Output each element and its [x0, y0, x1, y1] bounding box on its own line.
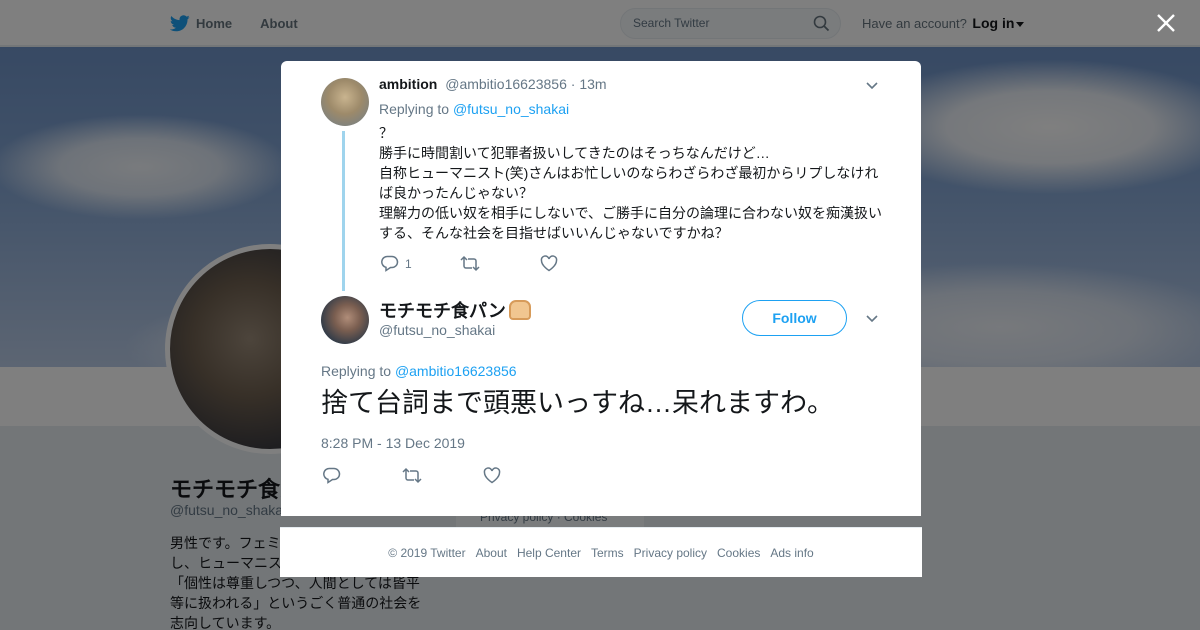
main-action-retweet[interactable]: [402, 467, 428, 484]
tweet-permalink-modal: ambition @ambitio16623856 · 13m Replying…: [281, 61, 921, 516]
footer-about-link[interactable]: About: [476, 546, 507, 560]
main-action-like[interactable]: [483, 467, 507, 484]
main-author-name: モチモチ食パン: [379, 301, 506, 321]
main-author-avatar[interactable]: [321, 296, 369, 344]
main-tweet-timestamp[interactable]: 8:28 PM - 13 Dec 2019: [321, 435, 465, 451]
footer-cookies-link[interactable]: Cookies: [717, 546, 760, 560]
footer-copyright: © 2019 Twitter: [388, 545, 466, 560]
reply-icon: [323, 467, 341, 484]
replying-to-link[interactable]: @ambitio16623856: [395, 363, 517, 379]
replying-to-prefix: Replying to: [321, 363, 392, 379]
footer-terms-link[interactable]: Terms: [591, 546, 624, 560]
reply-author-avatar[interactable]: [321, 78, 369, 126]
main-author-handle[interactable]: @futsu_no_shakai: [379, 322, 495, 338]
reply-text-line: ？: [379, 125, 393, 141]
close-icon[interactable]: [1155, 12, 1177, 34]
reply-tweet-text: ？ 勝手に時間割いて犯罪者扱いしてきたのはそっちなんだけど… 自称ヒューマニスト…: [379, 123, 884, 243]
reply-text-line: 自称ヒューマニスト(笑)さんはお忙しいのならわざらわざ最初からリプしなければ良か…: [379, 165, 879, 201]
reply-replying-to: Replying to @futsu_no_shakai: [379, 101, 569, 117]
reply-action-retweet[interactable]: [460, 255, 486, 272]
reply-tweet-header: ambition @ambitio16623856 · 13m: [379, 76, 607, 92]
main-author-name-row[interactable]: モチモチ食パン: [379, 297, 531, 323]
bread-emoji-icon: [508, 300, 531, 320]
modal-footer-links: © 2019 Twitter About Help Center Terms P…: [280, 527, 922, 577]
replying-to-prefix: Replying to: [379, 101, 450, 117]
like-icon: [483, 467, 501, 484]
reply-icon: [381, 255, 399, 272]
reply-action-like[interactable]: [540, 255, 564, 272]
main-action-reply[interactable]: [323, 467, 347, 484]
footer-ads-link[interactable]: Ads info: [770, 546, 813, 560]
reply-text-line: 理解力の低い奴を相手にしないで、ご勝手に自分の論理に合わない奴を痴漢扱いする、そ…: [379, 205, 883, 241]
follow-button[interactable]: Follow: [742, 300, 847, 336]
reply-action-reply[interactable]: 1: [381, 255, 412, 272]
reply-author-handle[interactable]: @ambitio16623856: [445, 76, 567, 92]
main-tweet-text: 捨て台詞まで頭悪いっすね…呆れますわ。: [321, 388, 834, 418]
replying-to-link[interactable]: @futsu_no_shakai: [453, 101, 569, 117]
footer-privacy-link[interactable]: Privacy policy: [634, 546, 707, 560]
chevron-down-icon[interactable]: [865, 81, 879, 91]
retweet-icon: [402, 467, 422, 484]
thread-connector-line: [342, 131, 345, 291]
like-icon: [540, 255, 558, 272]
retweet-icon: [460, 255, 480, 272]
chevron-down-icon[interactable]: [865, 314, 879, 324]
reply-count: 1: [405, 256, 412, 271]
reply-text-line: 勝手に時間割いて犯罪者扱いしてきたのはそっちなんだけど…: [379, 145, 770, 161]
reply-author-name[interactable]: ambition: [379, 76, 437, 92]
reply-separator: ·: [570, 76, 576, 92]
reply-time-ago[interactable]: 13m: [579, 76, 606, 92]
main-replying-to: Replying to @ambitio16623856: [321, 363, 517, 379]
footer-help-link[interactable]: Help Center: [517, 546, 581, 560]
